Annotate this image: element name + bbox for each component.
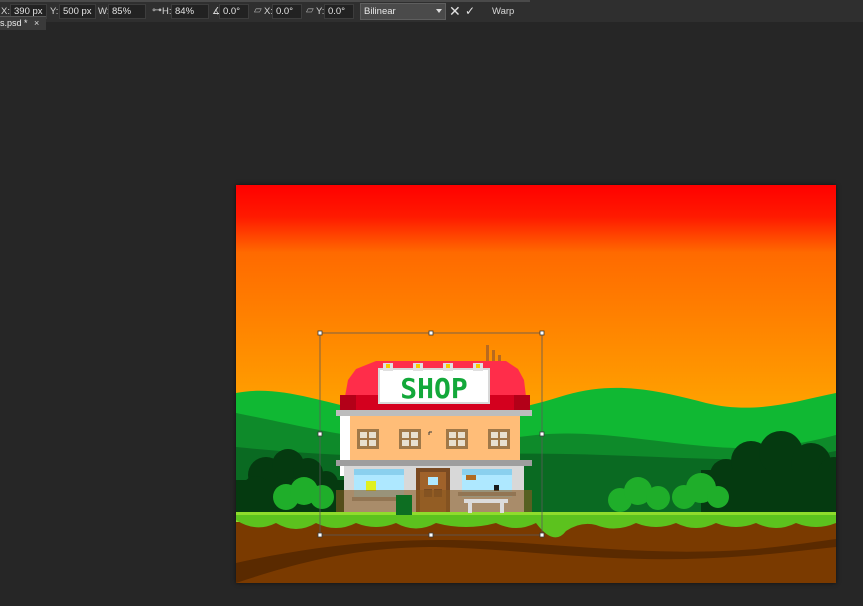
options-bar: X: 390 px Y: 500 px W: 85% ⊶ H: 84% ∡ 0.… <box>0 0 863 23</box>
skew-horizontal-field[interactable]: 0.0° <box>272 4 302 19</box>
transform-handle[interactable] <box>539 431 545 437</box>
y-position-label: Y: <box>50 6 59 17</box>
close-icon[interactable]: × <box>34 17 39 29</box>
skew-horizontal-icon: ▱ <box>254 5 262 16</box>
transform-handle[interactable] <box>539 532 545 538</box>
commit-transform-icon[interactable]: ✓ <box>465 3 475 19</box>
transform-handle[interactable] <box>428 532 434 538</box>
interpolation-select[interactable]: Bilinear <box>360 3 446 20</box>
warp-button[interactable]: Warp <box>492 6 514 17</box>
transform-handle[interactable] <box>539 330 545 336</box>
artwork: SHOP <box>236 185 836 583</box>
document-tab-name: s.psd * <box>0 18 28 28</box>
angle-field[interactable]: 0.0° <box>219 4 249 19</box>
shop-building: SHOP <box>336 345 532 515</box>
width-field[interactable]: 85% <box>108 4 146 19</box>
cancel-transform-icon[interactable]: ✕ <box>449 3 461 19</box>
skew-vertical-icon: ▱ <box>306 5 314 16</box>
document-tab[interactable]: s.psd * × <box>0 16 46 30</box>
interpolation-value: Bilinear <box>364 6 396 17</box>
skew-vertical-field[interactable]: 0.0° <box>324 4 354 19</box>
grass-and-ground <box>236 512 836 583</box>
document-canvas[interactable]: SHOP <box>236 185 836 583</box>
transform-handle[interactable] <box>428 330 434 336</box>
transform-handle[interactable] <box>317 532 323 538</box>
options-bar-top-strip <box>0 0 530 2</box>
link-icon[interactable]: ⊶ <box>152 5 162 16</box>
y-position-field[interactable]: 500 px <box>59 4 96 19</box>
transform-handle[interactable] <box>317 431 323 437</box>
shop-sign-text: SHOP <box>400 372 467 405</box>
height-field[interactable]: 84% <box>171 4 209 19</box>
document-tab-bar <box>0 22 863 30</box>
chevron-down-icon <box>436 9 442 13</box>
transform-handle[interactable] <box>317 330 323 336</box>
